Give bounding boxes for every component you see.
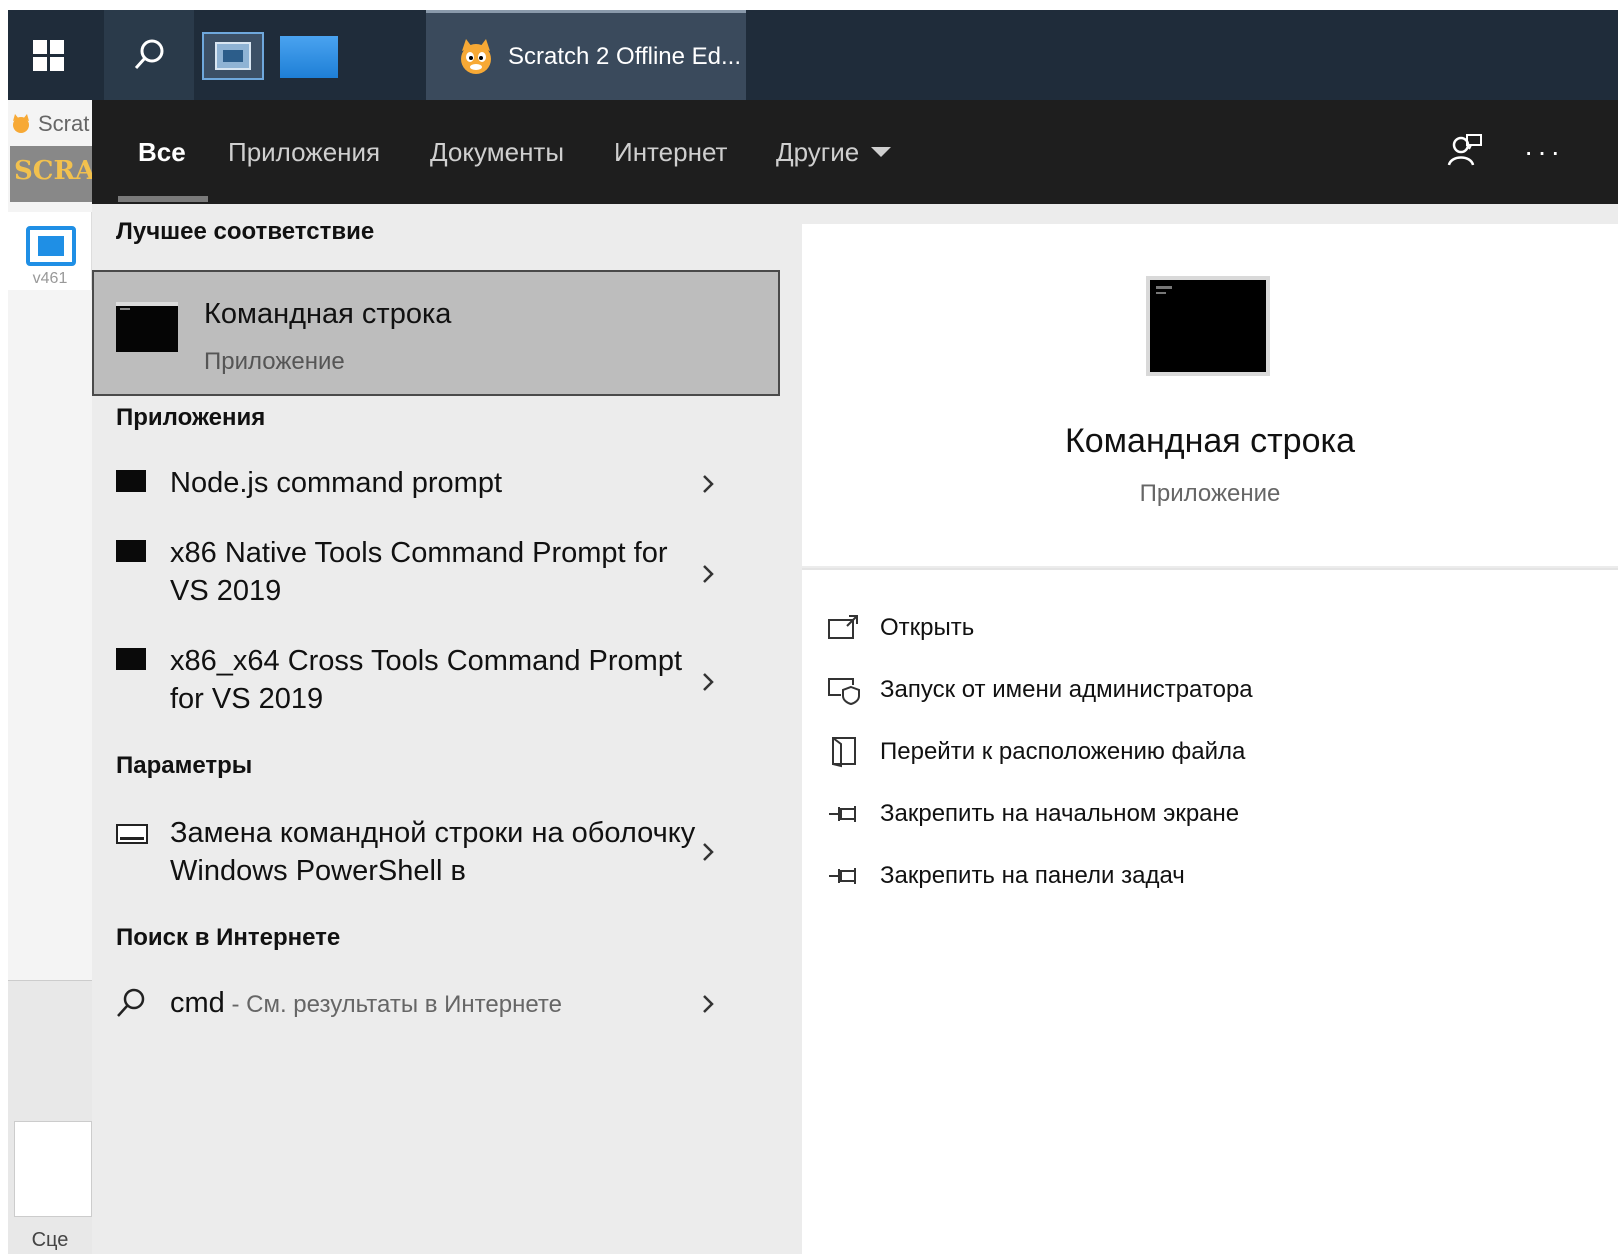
apps-heading: Приложения [116,404,266,431]
tab-internet-label: Интернет [614,136,728,167]
run-as-admin-icon [824,672,864,708]
stage-label: Сце [31,1229,69,1251]
scratch-small-icon [13,114,29,133]
chevron-right-icon[interactable] [696,992,720,1016]
tab-documents[interactable]: Документы [430,100,564,204]
taskbar-app-scratch[interactable]: Scratch 2 Offline Ed... [426,10,746,100]
tab-internet[interactable]: Интернет [614,100,727,204]
tab-all-label: Все [138,136,186,167]
background-app-titlebar: Scrat [8,108,92,140]
list-item-label: x86 Native Tools Command Prompt for VS 2… [170,537,668,607]
action-open[interactable]: Открыть [824,608,974,648]
best-match-heading: Лучшее соответствие [116,218,375,245]
desktop-app-button[interactable] [280,36,338,78]
preview-type: Приложение [1139,480,1281,507]
task-view-icon [215,42,251,70]
list-item-label: x86_x64 Cross Tools Command Prompt for V… [170,645,683,715]
stage-thumbnail[interactable] [14,1121,92,1217]
pin-taskbar-icon [824,858,864,894]
preview-title: Командная строка [1064,422,1356,460]
action-pin-to-start[interactable]: Закрепить на начальном экране [824,794,1239,834]
terminal-icon [116,470,146,492]
tab-other[interactable]: Другие [776,100,892,204]
web-query: cmd [170,987,225,1019]
action-pin-to-start-label: Закрепить на начальном экране [880,800,1240,827]
search-icon [117,988,145,1017]
list-item-label: cmd - См. результаты в Интернете [170,984,710,1024]
tab-apps[interactable]: Приложения [228,100,380,204]
fullscreen-tool[interactable]: v461 [8,212,92,290]
start-button[interactable] [8,10,88,100]
pin-start-icon [824,796,864,832]
list-item-app[interactable]: x86 Native Tools Command Prompt for VS 2… [92,534,780,614]
action-run-as-admin-label: Запуск от имени администратора [880,676,1253,703]
chevron-down-icon [871,147,892,157]
more-options-button[interactable]: ··· [1522,130,1566,174]
chevron-right-icon[interactable] [696,670,720,694]
settings-heading: Параметры [116,752,253,779]
list-item-app[interactable]: x86_x64 Cross Tools Command Prompt for V… [92,642,780,722]
terminal-icon [116,540,146,562]
task-view-button[interactable] [202,32,264,80]
taskbar-search-button[interactable] [104,10,194,100]
search-icon [134,39,164,70]
tab-other-label: Другие [776,136,860,167]
preview-header: Командная строка Приложение [802,224,1618,566]
chevron-right-icon[interactable] [696,562,720,586]
command-prompt-icon [116,302,178,352]
feedback-icon [1447,134,1482,166]
scratch-cat-icon [456,37,496,77]
feedback-button[interactable] [1442,130,1486,174]
list-item-setting[interactable]: Замена командной строки на оболочку Wind… [92,814,780,894]
file-location-icon [824,734,864,770]
settings-icon [116,824,148,844]
chevron-right-icon[interactable] [696,840,720,864]
windows-logo-icon [32,39,64,71]
more-options-icon: ··· [1524,136,1564,167]
taskbar-app-label: Scratch 2 Offline Ed... [508,42,742,70]
taskbar: Scratch 2 Offline Ed... [8,10,1618,100]
web-search-heading: Поиск в Интернете [116,924,341,951]
list-item-app[interactable]: Node.js command prompt [92,464,780,508]
action-pin-to-taskbar-label: Закрепить на панели задач [880,862,1185,889]
preview-actions: Открыть Запуск от имени администратора П… [802,568,1618,1254]
best-match-name: Командная строка [204,298,452,330]
best-match-item[interactable]: Командная строка Приложение [92,270,780,396]
preview-pane: Командная строка Приложение Открыть Запу… [780,204,1618,1254]
tab-apps-label: Приложения [228,136,381,167]
action-run-as-admin[interactable]: Запуск от имени администратора [824,670,1253,710]
scratch-logo: SCRATCH [10,146,92,202]
action-open-label: Открыть [880,614,975,641]
command-prompt-large-icon [1146,276,1270,376]
terminal-icon [116,648,146,670]
action-pin-to-taskbar[interactable]: Закрепить на панели задач [824,856,1185,896]
fullscreen-icon [26,226,76,266]
background-app-title: Scrat [38,111,90,136]
open-icon [824,610,864,646]
list-item-label: Замена командной строки на оболочку Wind… [170,817,696,887]
version-label: v461 [32,270,68,287]
best-match-type: Приложение [204,348,345,375]
list-item-web-search[interactable]: cmd - См. результаты в Интернете [92,984,780,1028]
web-query-suffix: - См. результаты в Интернете [224,991,562,1018]
background-app-panel: Сце [8,980,92,1254]
chevron-right-icon[interactable] [696,472,720,496]
tab-all[interactable]: Все [138,100,186,204]
tab-documents-label: Документы [430,136,565,167]
list-item-label: Node.js command prompt [170,467,503,499]
search-header: Все Приложения Документы Интернет Другие… [92,100,1618,204]
background-app-window: Scrat SCRATCH v461 Сце [8,100,92,1254]
action-open-file-location[interactable]: Перейти к расположению файла [824,732,1245,772]
active-tab-indicator [118,196,208,202]
results-list: Лучшее соответствие Командная строка При… [92,204,780,1254]
action-open-file-location-label: Перейти к расположению файла [880,738,1246,765]
